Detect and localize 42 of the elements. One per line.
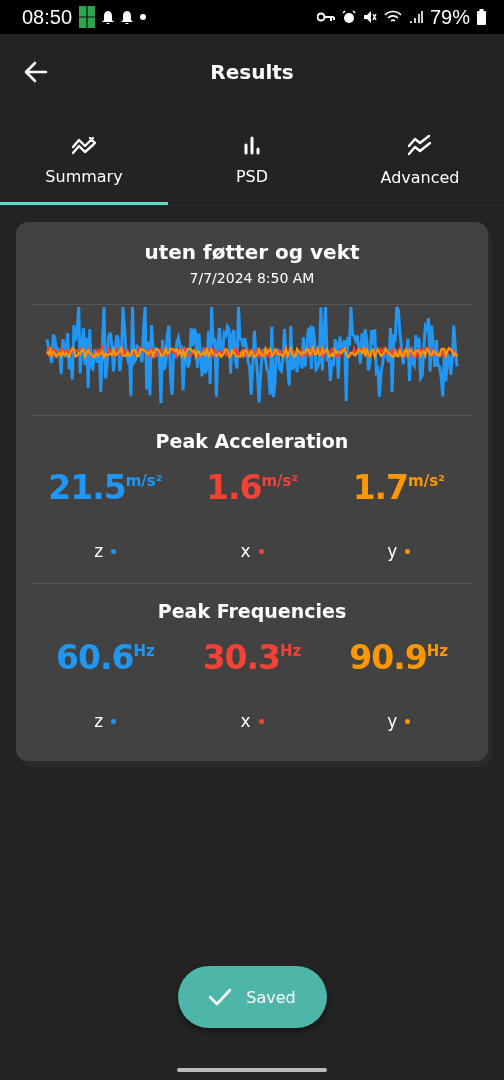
metric-unit: m/s² [125,472,163,490]
section-title: Peak Frequencies [157,600,347,622]
tab[interactable]: Advanced [336,110,504,205]
bell-icon [121,10,134,24]
check-icon [208,987,233,1007]
metric-value: 60.6 [55,638,134,677]
alarm-icon [341,10,356,24]
battery-icon [477,9,486,25]
app-icon [79,6,96,28]
metric-value: 90.9 [349,638,427,677]
recording-title: uten føtter og vekt [144,240,360,264]
status-time: 08:50 [22,5,73,29]
axis-label: x [240,541,251,561]
double-line-icon [407,133,433,156]
battery-level: 79% [429,5,470,29]
metric-unit: m/s² [261,472,299,490]
signal-icon [408,10,423,24]
recording-date: 7/7/2024 8:50 AM [189,270,315,286]
metric-unit: Hz [280,642,302,660]
tab[interactable]: Summary [0,110,168,205]
section-title: Peak Acceleration [155,430,349,452]
screen-title: Results [210,60,294,84]
key-icon [316,12,335,22]
bar-chart-icon [242,134,262,155]
bell-icon [102,10,115,24]
wifi-icon [383,10,402,24]
metric-unit: Hz [426,642,448,660]
tab[interactable]: PSD [168,110,336,205]
metric-value: 1.7 [352,468,409,507]
axis-label: y [387,541,398,561]
axis-label: z [94,711,104,731]
metric-value: 1.6 [205,468,262,507]
metric-value: 21.5 [48,468,126,507]
metric-value: 30.3 [202,638,281,677]
axis-label: z [94,541,104,561]
dot-icon [140,14,147,20]
axis-label: y [387,711,398,731]
axis-label: x [240,711,251,731]
metric-unit: m/s² [408,472,445,490]
mute-icon [362,10,377,24]
metric-unit: Hz [133,642,155,660]
trend-icon [71,134,97,155]
